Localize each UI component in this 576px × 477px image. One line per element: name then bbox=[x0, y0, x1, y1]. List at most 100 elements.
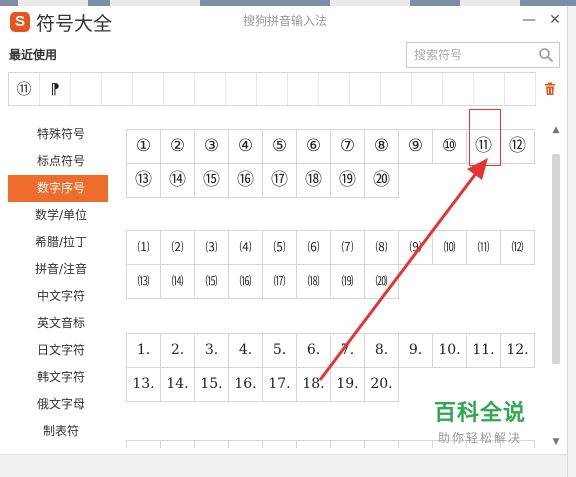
recent-symbol-cell[interactable] bbox=[288, 73, 319, 105]
sidebar-item[interactable]: 数学/单位 bbox=[8, 202, 108, 229]
symbol-cell[interactable]: ⒈ bbox=[127, 441, 161, 448]
symbol-cell[interactable]: ⑵ bbox=[161, 231, 195, 265]
symbol-cell[interactable]: 6. bbox=[297, 334, 331, 368]
scroll-thumb[interactable] bbox=[552, 154, 560, 364]
symbol-cell[interactable]: 8. bbox=[365, 334, 399, 368]
symbol-cell[interactable]: ⑸ bbox=[263, 231, 297, 265]
symbol-cell[interactable]: ⒊ bbox=[195, 441, 229, 448]
sidebar-item[interactable]: 中文字符 bbox=[8, 283, 108, 310]
symbol-cell[interactable]: ⑦ bbox=[331, 130, 365, 164]
search-input[interactable] bbox=[407, 43, 531, 67]
symbol-cell[interactable]: 20. bbox=[365, 368, 399, 402]
symbol-cell[interactable]: ⒇ bbox=[365, 265, 399, 299]
recent-symbol-cell[interactable] bbox=[381, 73, 412, 105]
symbol-cell[interactable]: ⑷ bbox=[229, 231, 263, 265]
close-button[interactable]: ✕ bbox=[546, 11, 564, 29]
symbol-cell[interactable]: ② bbox=[161, 130, 195, 164]
symbol-cell[interactable]: ⑴ bbox=[127, 231, 161, 265]
symbol-cell[interactable]: ⒋ bbox=[229, 441, 263, 448]
recent-symbol-cell[interactable] bbox=[102, 73, 133, 105]
minimize-button[interactable]: — bbox=[520, 11, 538, 29]
symbol-cell[interactable]: ⒁ bbox=[161, 265, 195, 299]
symbol-cell[interactable]: 9. bbox=[399, 334, 433, 368]
recent-symbol-cell[interactable] bbox=[443, 73, 474, 105]
symbol-cell[interactable]: 7. bbox=[331, 334, 365, 368]
recent-symbol-cell[interactable] bbox=[350, 73, 381, 105]
sidebar-item[interactable]: 特殊符号 bbox=[8, 121, 108, 148]
symbol-cell[interactable]: ⑱ bbox=[297, 164, 331, 198]
symbol-cell[interactable]: ⑾ bbox=[467, 231, 501, 265]
sidebar-item[interactable]: 希腊/拉丁 bbox=[8, 229, 108, 256]
symbol-cell[interactable]: ⑰ bbox=[263, 164, 297, 198]
recent-symbol-cell[interactable]: ⁋ bbox=[40, 73, 71, 105]
symbol-cell[interactable]: ⒌ bbox=[263, 441, 297, 448]
symbol-cell[interactable]: ④ bbox=[229, 130, 263, 164]
symbol-cell[interactable]: ⒃ bbox=[229, 265, 263, 299]
recent-symbol-cell[interactable] bbox=[226, 73, 257, 105]
symbol-cell[interactable]: ⒂ bbox=[195, 265, 229, 299]
symbol-cell[interactable]: ⑥ bbox=[297, 130, 331, 164]
recent-symbol-cell[interactable] bbox=[319, 73, 350, 105]
symbol-cell[interactable]: ⑬ bbox=[127, 164, 161, 198]
symbol-cell[interactable]: ⒄ bbox=[263, 265, 297, 299]
symbol-cell[interactable]: 11. bbox=[467, 334, 501, 368]
symbol-cell[interactable]: ⑪ bbox=[467, 130, 501, 164]
symbol-cell[interactable]: ⑳ bbox=[365, 164, 399, 198]
search-icon[interactable] bbox=[538, 47, 554, 63]
symbol-cell[interactable]: ⑿ bbox=[501, 231, 535, 265]
sidebar-item[interactable]: 韩文字符 bbox=[8, 364, 108, 391]
recent-symbol-cell[interactable] bbox=[474, 73, 505, 105]
symbol-cell[interactable]: 14. bbox=[161, 368, 195, 402]
symbol-cell[interactable]: 3. bbox=[195, 334, 229, 368]
sidebar-item[interactable]: 俄文字母 bbox=[8, 391, 108, 418]
symbol-cell[interactable]: ⑲ bbox=[331, 164, 365, 198]
symbol-cell[interactable]: ⒍ bbox=[297, 441, 331, 448]
symbol-cell[interactable]: ⑻ bbox=[365, 231, 399, 265]
symbol-cell[interactable]: ⒏ bbox=[365, 441, 399, 448]
symbol-cell[interactable]: ⑮ bbox=[195, 164, 229, 198]
symbol-cell[interactable]: ⑺ bbox=[331, 231, 365, 265]
symbol-cell[interactable]: ⑫ bbox=[501, 130, 535, 164]
sidebar-item[interactable]: 制表符 bbox=[8, 418, 108, 445]
symbol-cell[interactable]: ⒅ bbox=[297, 265, 331, 299]
symbol-cell[interactable]: ⒉ bbox=[161, 441, 195, 448]
symbol-cell[interactable]: 4. bbox=[229, 334, 263, 368]
sidebar-item[interactable]: 日文字符 bbox=[8, 337, 108, 364]
symbol-cell[interactable]: 10. bbox=[433, 334, 467, 368]
recent-symbol-cell[interactable] bbox=[195, 73, 226, 105]
recent-symbol-cell[interactable] bbox=[71, 73, 102, 105]
symbol-cell[interactable]: ① bbox=[127, 130, 161, 164]
symbol-cell[interactable]: 2. bbox=[161, 334, 195, 368]
recent-symbol-cell[interactable] bbox=[412, 73, 443, 105]
symbol-cell[interactable]: ⑼ bbox=[399, 231, 433, 265]
symbol-cell[interactable]: 1. bbox=[127, 334, 161, 368]
recent-symbol-cell[interactable] bbox=[133, 73, 164, 105]
sidebar-item[interactable]: 标点符号 bbox=[8, 148, 108, 175]
symbol-cell[interactable]: ⑭ bbox=[161, 164, 195, 198]
symbol-cell[interactable]: ⑯ bbox=[229, 164, 263, 198]
symbol-cell[interactable]: ⑽ bbox=[433, 231, 467, 265]
recent-symbol-cell[interactable] bbox=[164, 73, 195, 105]
symbol-cell[interactable]: ⑩ bbox=[433, 130, 467, 164]
symbol-cell[interactable]: ③ bbox=[195, 130, 229, 164]
scroll-up-icon[interactable]: ▲ bbox=[550, 124, 562, 136]
symbol-cell[interactable]: 17. bbox=[263, 368, 297, 402]
sidebar-item[interactable]: 拼音/注音 bbox=[8, 256, 108, 283]
scroll-down-icon[interactable]: ▼ bbox=[550, 436, 562, 448]
sidebar-item[interactable]: 数字序号 bbox=[8, 175, 108, 202]
symbol-cell[interactable]: 5. bbox=[263, 334, 297, 368]
symbol-cell[interactable]: 13. bbox=[127, 368, 161, 402]
symbol-cell[interactable]: 16. bbox=[229, 368, 263, 402]
symbol-cell[interactable]: ⑨ bbox=[399, 130, 433, 164]
symbol-cell[interactable]: ⒎ bbox=[331, 441, 365, 448]
symbol-cell[interactable]: ⒀ bbox=[127, 265, 161, 299]
symbol-cell[interactable]: 15. bbox=[195, 368, 229, 402]
symbol-cell[interactable]: 12. bbox=[501, 334, 535, 368]
search-box[interactable] bbox=[406, 42, 560, 68]
trash-icon[interactable] bbox=[543, 82, 557, 96]
symbol-cell[interactable]: ⑶ bbox=[195, 231, 229, 265]
symbol-cell[interactable]: ⒆ bbox=[331, 265, 365, 299]
symbol-cell[interactable]: ⑧ bbox=[365, 130, 399, 164]
symbol-cell[interactable]: 18. bbox=[297, 368, 331, 402]
symbol-cell[interactable]: ⑹ bbox=[297, 231, 331, 265]
